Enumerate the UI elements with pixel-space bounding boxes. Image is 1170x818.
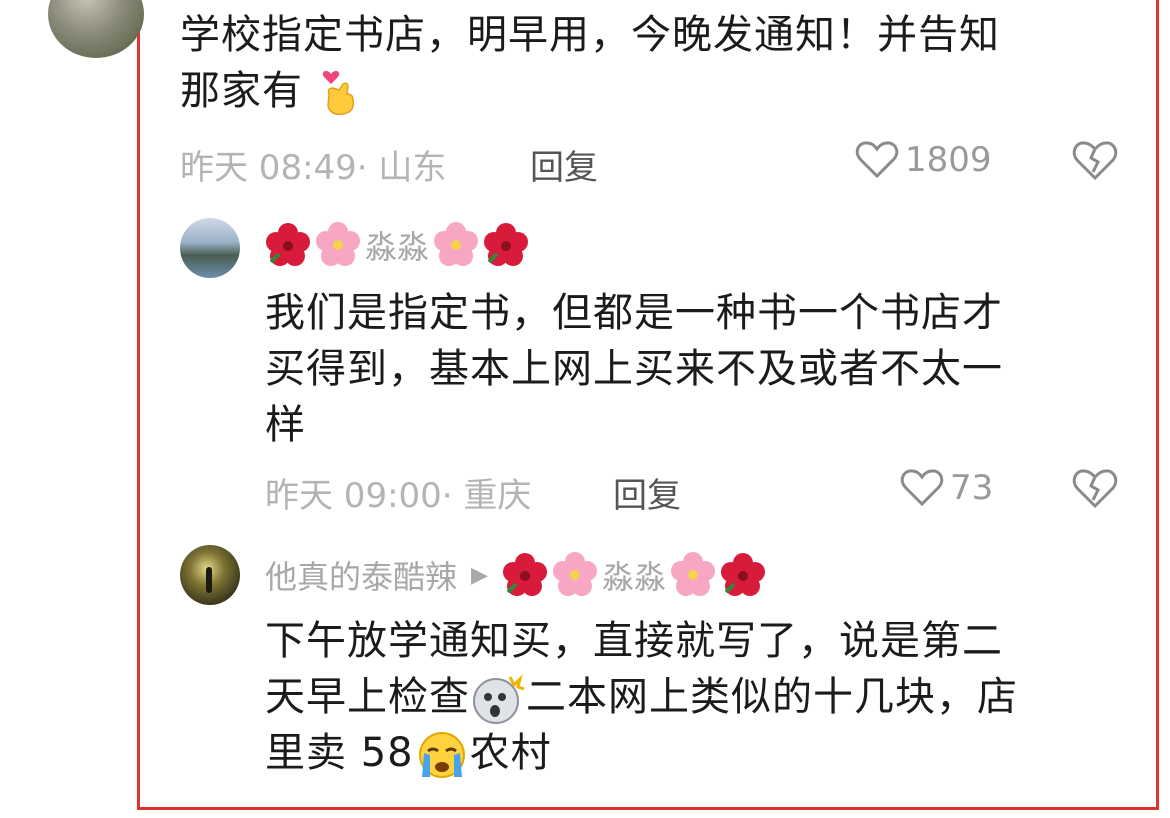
comment-text: 学校指定书店，明早用，今晚发通知！并告知 那家有 (180, 7, 1120, 119)
broken-heart-icon[interactable] (1072, 468, 1118, 510)
hibiscus-icon (266, 223, 310, 266)
reply-button[interactable]: 回复 (530, 140, 598, 189)
avatar[interactable] (48, 0, 144, 58)
shocked-face-emoji (473, 674, 525, 724)
hibiscus-icon (484, 223, 529, 266)
cherry-blossom-icon (552, 552, 597, 596)
reply-arrow-icon: ▶ (471, 562, 488, 588)
reply-text: 我们是指定书，但都是一种书一个书店才 买得到，基本上网上买来不及或者不太一 样 (265, 290, 1003, 448)
like-count: 73 (950, 468, 994, 508)
cherry-blossom-icon (670, 552, 715, 596)
reply-text: 下午放学通知买，直接就写了，说是第二 天早上检查 二本网上类似的十几块，店 里卖 … (265, 613, 1125, 781)
like-count: 1809 (905, 140, 992, 180)
reply-meta: 昨天 09:00· 重庆 (265, 476, 532, 516)
reply-button[interactable]: 回复 (613, 468, 681, 517)
heart-icon (855, 141, 899, 179)
cherry-blossom-icon (316, 222, 360, 266)
broken-heart-icon[interactable] (1072, 140, 1118, 182)
crying-face-emoji (418, 732, 465, 778)
like-button[interactable]: 73 (900, 468, 993, 508)
reply-username[interactable]: 淼淼 (265, 222, 529, 268)
hibiscus-icon (502, 553, 547, 596)
avatar[interactable] (180, 218, 240, 278)
reply-username[interactable]: 他真的泰酷辣 ▶ 淼淼 (265, 552, 766, 598)
comment-meta: 昨天 08:49· 山东 (180, 148, 447, 188)
like-button[interactable]: 1809 (855, 140, 992, 180)
heart-icon (900, 469, 944, 507)
avatar[interactable] (180, 545, 240, 605)
hand-heart-emoji (322, 71, 354, 116)
hibiscus-icon (720, 553, 765, 596)
cherry-blossom-icon (434, 222, 479, 266)
